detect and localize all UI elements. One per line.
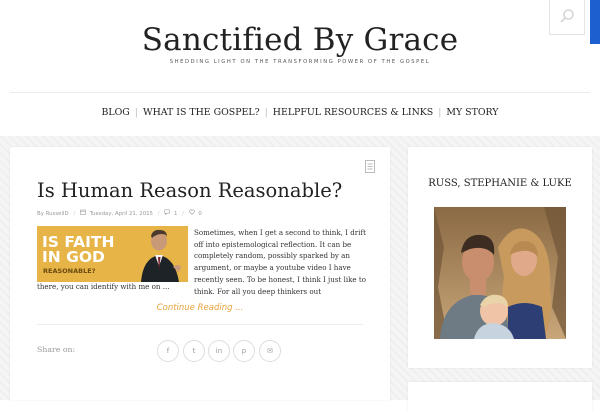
widget-title: RUSS, STEPHANIE & LUKE bbox=[428, 178, 572, 189]
meta-separator: / bbox=[182, 211, 184, 217]
thumbnail-line-2: IN GOD bbox=[42, 248, 105, 266]
family-photo-image bbox=[434, 207, 566, 339]
heart-icon[interactable] bbox=[188, 209, 195, 217]
search-icon bbox=[560, 9, 574, 23]
sidebar-next-widget bbox=[408, 382, 592, 412]
meta-separator: / bbox=[157, 211, 160, 217]
twitter-icon: t bbox=[192, 347, 196, 355]
post-thumbnail[interactable]: IS FAITH IN GOD REASONABLE? bbox=[37, 226, 188, 282]
pinterest-share-button[interactable]: p bbox=[233, 340, 255, 362]
sidebar-about-widget: RUSS, STEPHANIE & LUKE bbox=[408, 147, 592, 368]
twitter-share-button[interactable]: t bbox=[183, 340, 205, 362]
post-excerpt-continued: there, you can identify with me on ... bbox=[37, 282, 170, 291]
post-card: Is Human Reason Reasonable? By RussellD … bbox=[10, 147, 390, 400]
calendar-icon bbox=[80, 209, 86, 217]
like-count: 0 bbox=[198, 211, 202, 217]
email-share-button[interactable]: ✉ bbox=[259, 340, 281, 362]
nav-item-my-story[interactable]: MY STORY bbox=[441, 107, 503, 118]
post-title[interactable]: Is Human Reason Reasonable? bbox=[37, 179, 367, 202]
card-divider bbox=[37, 324, 363, 325]
site-tagline: SHEDDING LIGHT ON THE TRANSFORMING POWER… bbox=[169, 59, 431, 65]
document-icon bbox=[365, 160, 375, 173]
linkedin-share-button[interactable]: in bbox=[208, 340, 230, 362]
main-nav: BLOG | WHAT IS THE GOSPEL? | HELPFUL RESOURC… bbox=[0, 107, 600, 118]
comment-count[interactable]: 1 bbox=[174, 211, 177, 217]
nav-item-what-is-the-gospel[interactable]: WHAT IS THE GOSPEL? bbox=[138, 107, 265, 118]
post-meta: By RussellD / Tuesday, April 21, 2015 / … bbox=[37, 209, 202, 217]
pinterest-icon: p bbox=[241, 347, 247, 355]
search-button[interactable] bbox=[549, 0, 585, 35]
nav-divider bbox=[10, 92, 590, 93]
search-panel-edge bbox=[590, 0, 600, 44]
nav-item-helpful-resources[interactable]: HELPFUL RESOURCES & LINKS bbox=[268, 107, 438, 118]
email-icon: ✉ bbox=[267, 347, 273, 355]
linkedin-icon: in bbox=[215, 347, 223, 355]
site-header: Sanctified By Grace SHEDDING LIGHT ON TH… bbox=[0, 0, 600, 136]
speaker-figure-image bbox=[141, 229, 181, 282]
site-title[interactable]: Sanctified By Grace bbox=[0, 22, 600, 58]
post-author[interactable]: By RussellD bbox=[37, 211, 69, 217]
facebook-icon: f bbox=[166, 347, 170, 355]
post-date: Tuesday, April 21, 2015 bbox=[89, 211, 153, 217]
family-photo bbox=[434, 207, 566, 339]
comment-icon bbox=[164, 209, 171, 217]
facebook-share-button[interactable]: f bbox=[157, 340, 179, 362]
share-label: Share on: bbox=[37, 345, 76, 354]
nav-item-blog[interactable]: BLOG bbox=[96, 107, 134, 118]
continue-reading-link[interactable]: Continue Reading ... bbox=[10, 303, 390, 313]
meta-separator: / bbox=[73, 211, 76, 217]
thumbnail-line-3: REASONABLE? bbox=[43, 267, 96, 275]
